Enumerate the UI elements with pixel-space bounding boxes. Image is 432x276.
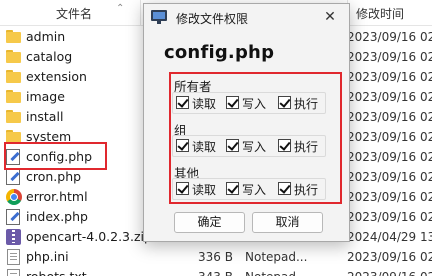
file-date: 2023/09/16 02:2 [347,170,432,184]
file-size: 343 B [198,268,233,276]
file-name: error.html [26,189,88,204]
close-icon[interactable]: ✕ [320,8,340,26]
file-name: opencart-4.0.2.3.zip [26,229,152,244]
file-name: php.ini [26,249,69,264]
permissions-dialog: 修改文件权限 ✕ config.php 所有者 读取 写入 执行 组 读取 写入… [143,3,350,242]
checkbox-checked-icon [226,182,239,195]
column-modified-header[interactable]: 修改时间 [356,5,404,22]
folder-icon [6,50,21,63]
file-date: 2024/04/29 13:1 [347,230,432,244]
folder-icon [6,110,21,123]
file-name: cron.php [26,169,82,184]
file-date: 2023/09/16 02:2 [347,30,432,44]
sort-caret-icon: ⌃ [116,3,125,14]
cancel-button[interactable]: 取消 [252,212,323,233]
file-date: 2023/09/16 02:2 [347,130,432,144]
monitor-icon [151,10,167,24]
checkbox-checked-icon [278,139,291,152]
dialog-titlebar[interactable]: 修改文件权限 ✕ [144,4,349,31]
file-name: robots.txt [25,268,88,276]
file-type: Notepad... [245,268,307,276]
checkbox-checked-icon [226,139,239,152]
php-file-icon [6,169,20,185]
file-date: 2023/09/16 02:2 [347,150,432,164]
dialog-filename: config.php [164,42,275,63]
column-name-header[interactable]: 文件名 [56,5,92,22]
file-row[interactable]: robots.txt 343 B Notepad... 2023/09/16 0… [0,267,432,276]
file-date: 2023/09/16 02:2 [347,268,432,276]
html-file-icon [6,189,22,205]
file-date: 2023/09/16 02:2 [347,190,432,204]
file-date: 2023/09/16 02:2 [347,50,432,64]
folder-icon [6,70,21,83]
ini-file-icon [7,249,20,265]
file-name: admin [26,29,66,44]
file-name: catalog [26,49,73,64]
file-date: 2023/09/16 02:2 [347,70,432,84]
checkbox-checked-icon [226,96,239,109]
folder-icon [6,90,21,103]
file-type: Notepad... [245,250,308,264]
file-date: 2023/09/16 02:2 [347,90,432,104]
checkbox-checked-icon [278,96,291,109]
file-name: index.php [26,209,88,224]
file-name: install [26,109,64,124]
checkbox-checked-icon [278,182,291,195]
file-size: 336 B [198,250,233,264]
php-file-icon [6,209,20,225]
file-date: 2023/09/16 02:2 [347,110,432,124]
file-date: 2023/09/16 02:2 [347,250,432,264]
file-name: extension [26,69,87,84]
dialog-title: 修改文件权限 [176,12,249,26]
checkbox-checked-icon [176,182,189,195]
file-date: 2023/09/16 02:2 [347,210,432,224]
txt-file-icon [7,269,20,276]
highlight-box [4,142,107,170]
folder-icon [6,30,21,43]
column-separator[interactable] [140,0,141,26]
zip-file-icon [6,229,21,245]
file-name: image [26,89,65,104]
checkbox-checked-icon [176,139,189,152]
file-row[interactable]: php.ini 336 B Notepad... 2023/09/16 02:2 [0,247,432,267]
ok-button[interactable]: 确定 [174,212,245,233]
checkbox-checked-icon [176,96,189,109]
